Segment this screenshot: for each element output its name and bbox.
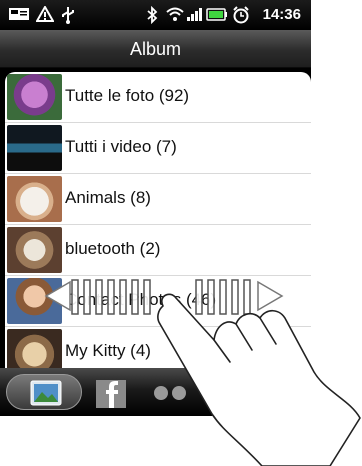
album-row-my-kitty[interactable]: My Kitty (4) [5, 327, 311, 368]
message-icon [8, 6, 30, 24]
album-row-bluetooth[interactable]: bluetooth (2) [5, 225, 311, 276]
battery-icon [206, 6, 228, 24]
wifi-icon [166, 6, 184, 24]
usb-icon [60, 6, 76, 24]
album-row-all-videos[interactable]: Tutti i video (7) [5, 123, 311, 174]
album-list[interactable]: Tutte le foto (92) Tutti i video (7) Ani… [5, 72, 311, 368]
flickr-icon [154, 386, 186, 400]
album-thumbnail [7, 329, 62, 368]
album-thumbnail [7, 227, 62, 273]
source-tab-bar [0, 368, 311, 416]
facebook-tab[interactable] [94, 376, 128, 410]
album-thumbnail [7, 176, 62, 222]
album-label: Tutti i video (7) [65, 137, 177, 156]
bluetooth-icon [146, 5, 158, 25]
album-thumbnail [7, 74, 62, 120]
album-row-contact-photos[interactable]: Contact Photos (46) [5, 276, 311, 327]
album-label: Animals (8) [65, 188, 151, 207]
album-label: My Kitty (4) [65, 341, 151, 360]
warning-icon [35, 4, 55, 24]
album-label: Tutte le foto (92) [65, 86, 190, 105]
album-row-all-photos[interactable]: Tutte le foto (92) [5, 72, 311, 123]
album-label: Contact Photos (46) [65, 290, 217, 309]
album-label: bluetooth (2) [65, 239, 161, 258]
album-thumbnail [7, 125, 62, 171]
album-screen: 14:36 Album Tutte le foto (92) Tutti i v… [0, 0, 311, 416]
clock: 14:36 [262, 6, 301, 23]
title-bar: Album [0, 30, 311, 68]
status-bar: 14:36 [0, 0, 311, 30]
alarm-icon [232, 6, 250, 24]
photos-tab[interactable] [6, 374, 82, 410]
album-row-animals[interactable]: Animals (8) [5, 174, 311, 225]
page-title: Album [129, 39, 182, 59]
flickr-tab[interactable] [150, 383, 190, 403]
photos-tab-icon [30, 380, 62, 406]
album-thumbnail [7, 278, 62, 324]
signal-icon [186, 6, 204, 24]
facebook-icon [96, 380, 126, 408]
